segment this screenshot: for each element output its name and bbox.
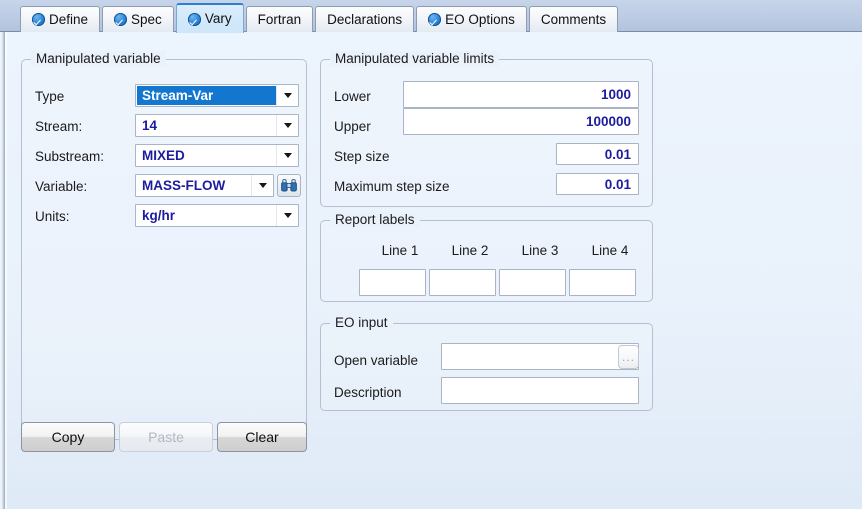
type-label: Type [35, 89, 65, 104]
check-circle-icon [187, 12, 201, 26]
substream-combo[interactable]: MIXED [135, 144, 299, 167]
line1-header: Line 1 [381, 243, 419, 258]
type-combo[interactable]: Stream-Var [135, 84, 299, 107]
stream-combo-value: 14 [142, 118, 158, 133]
clear-button[interactable]: Clear [217, 422, 307, 452]
stream-label: Stream: [35, 119, 83, 134]
tab-comments[interactable]: Comments [528, 6, 619, 32]
check-circle-icon [114, 13, 128, 26]
step-size-label: Step size [334, 149, 390, 164]
substream-combo-value: MIXED [142, 148, 185, 163]
tab-list: Define Spec Vary Fortran Declarations EO Opti… [20, 2, 620, 33]
variable-find-button[interactable] [277, 174, 301, 197]
tab-fortran[interactable]: Fortran [245, 6, 314, 32]
limits-title: Manipulated variable limits [330, 51, 500, 66]
tab-label: Define [49, 11, 89, 27]
upper-label: Upper [334, 119, 371, 134]
tab-eo-options[interactable]: EO Options [416, 6, 527, 32]
units-combo[interactable]: kg/hr [135, 204, 299, 227]
paste-button[interactable]: Paste [119, 422, 213, 452]
units-combo-value: kg/hr [142, 208, 176, 223]
tab-spec[interactable]: Spec [102, 6, 174, 32]
step-size-input[interactable]: 0.01 [556, 143, 639, 165]
variable-label: Variable: [35, 179, 88, 194]
open-variable-input[interactable] [441, 343, 639, 370]
description-input[interactable] [441, 377, 639, 404]
type-combo-value: Stream-Var [137, 86, 276, 105]
tab-label: EO Options [445, 11, 515, 27]
variable-combo[interactable]: MASS-FLOW [135, 174, 274, 197]
tab-label: Spec [131, 11, 162, 27]
manipulated-variable-title: Manipulated variable [31, 51, 166, 66]
tab-define[interactable]: Define [20, 6, 101, 32]
form-canvas: Manipulated variable Type Stream: Substr… [7, 32, 862, 509]
chevron-down-icon[interactable] [276, 115, 298, 136]
line3-input[interactable] [499, 269, 566, 296]
variable-combo-value: MASS-FLOW [142, 178, 226, 193]
units-label: Units: [35, 209, 70, 224]
check-circle-icon [428, 13, 442, 26]
lower-limit-input[interactable]: 1000 [403, 81, 639, 108]
substream-label: Substream: [35, 149, 105, 164]
copy-button[interactable]: Copy [21, 422, 115, 452]
description-label: Description [334, 385, 402, 400]
tab-vary[interactable]: Vary [175, 3, 244, 33]
line3-header: Line 3 [521, 243, 559, 258]
open-variable-label: Open variable [334, 353, 419, 368]
line2-header: Line 2 [451, 243, 489, 258]
line4-header: Line 4 [591, 243, 629, 258]
max-step-size-label: Maximum step size [334, 179, 450, 194]
chevron-down-icon[interactable] [276, 145, 298, 166]
tab-bar: Define Spec Vary Fortran Declarations EO Opti… [0, 0, 862, 33]
eo-input-title: EO input [330, 315, 393, 330]
tab-declarations[interactable]: Declarations [315, 6, 415, 32]
tab-label: Declarations [327, 11, 403, 27]
tab-label: Comments [540, 11, 607, 27]
chevron-down-icon[interactable] [276, 205, 298, 226]
tab-label: Vary [204, 11, 232, 27]
line2-input[interactable] [429, 269, 496, 296]
chevron-down-icon[interactable] [276, 85, 298, 106]
report-labels-title: Report labels [330, 212, 420, 227]
max-step-size-input[interactable]: 0.01 [556, 173, 639, 195]
stream-combo[interactable]: 14 [135, 114, 299, 137]
binoculars-icon [281, 179, 297, 192]
line4-input[interactable] [569, 269, 636, 296]
upper-limit-input[interactable]: 100000 [403, 108, 639, 135]
chevron-down-icon[interactable] [251, 175, 273, 196]
aspen-vary-form: Define Spec Vary Fortran Declarations EO Opti… [0, 0, 862, 509]
open-variable-browse-button[interactable]: ... [618, 345, 639, 369]
tab-label: Fortran [257, 11, 302, 27]
lower-label: Lower [334, 89, 371, 104]
line1-input[interactable] [359, 269, 426, 296]
check-circle-icon [32, 13, 45, 26]
